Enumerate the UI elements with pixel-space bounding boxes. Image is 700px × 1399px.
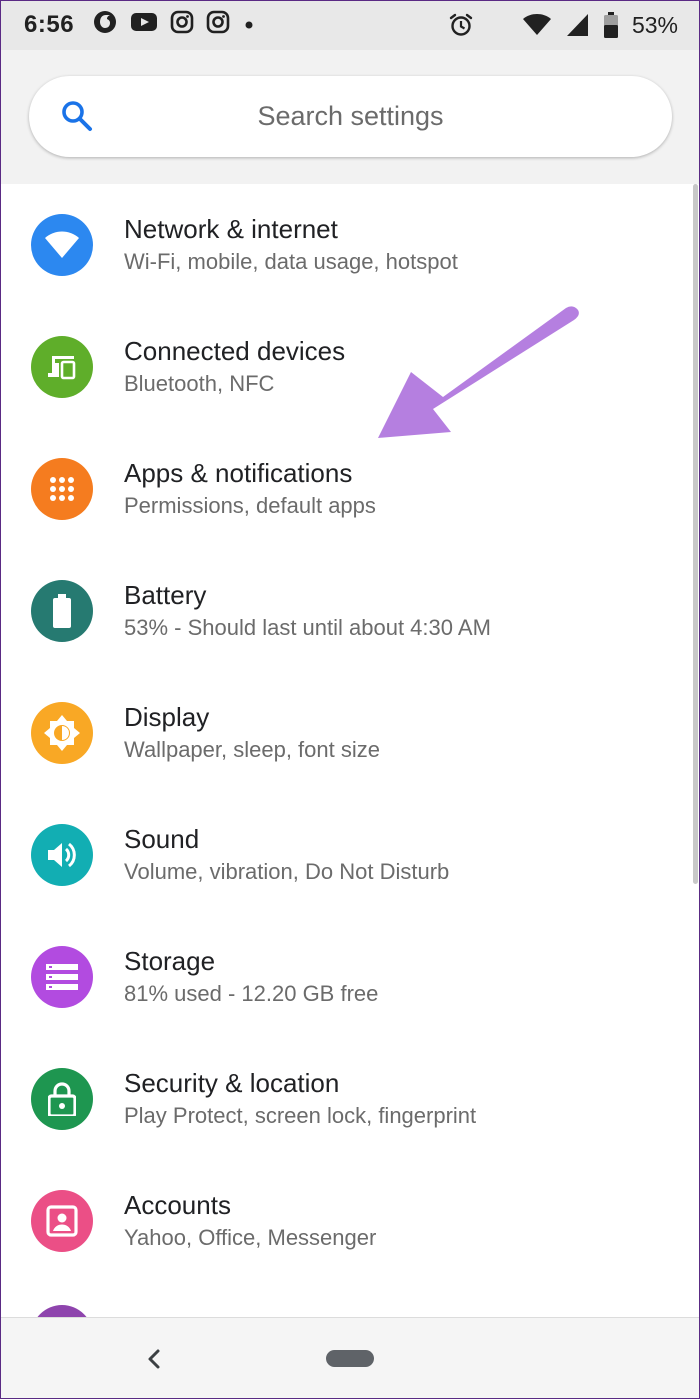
setting-apps-notifications[interactable]: Apps & notifications Permissions, defaul… <box>0 428 690 550</box>
setting-text: Battery 53% - Should last until about 4:… <box>124 579 491 643</box>
partial-setting-icon[interactable] <box>31 1305 93 1317</box>
setting-subtitle: 81% used - 12.20 GB free <box>124 981 379 1006</box>
youtube-icon <box>130 11 158 40</box>
setting-title: Network & internet <box>124 214 338 244</box>
back-icon[interactable] <box>140 1341 168 1377</box>
storage-icon <box>31 946 93 1008</box>
battery-percent: 53% <box>631 11 678 38</box>
setting-text: Network & internet Wi-Fi, mobile, data u… <box>124 213 458 277</box>
setting-text: Sound Volume, vibration, Do Not Disturb <box>124 823 449 887</box>
navigation-bar <box>0 1317 700 1399</box>
setting-network-internet[interactable]: Network & internet Wi-Fi, mobile, data u… <box>0 184 690 306</box>
lock-icon <box>31 1068 93 1130</box>
setting-display[interactable]: Display Wallpaper, sleep, font size <box>0 672 690 794</box>
setting-connected-devices[interactable]: Connected devices Bluetooth, NFC <box>0 306 690 428</box>
setting-text: Display Wallpaper, sleep, font size <box>124 701 380 765</box>
alarm-icon <box>448 12 474 38</box>
search-icon[interactable] <box>59 98 95 134</box>
status-left: 6:56 <box>24 9 256 42</box>
setting-subtitle: Wallpaper, sleep, font size <box>124 737 380 762</box>
vodafone-icon <box>92 9 118 42</box>
setting-subtitle: 53% - Should last until about 4:30 AM <box>124 615 491 640</box>
setting-subtitle: Volume, vibration, Do Not Disturb <box>124 859 450 884</box>
apps-grid-icon <box>31 458 93 520</box>
signal-icon <box>566 13 590 37</box>
battery-icon <box>31 580 93 642</box>
setting-text: Storage 81% used - 12.20 GB free <box>124 945 378 1009</box>
setting-text: Security & location Play Protect, screen… <box>124 1067 476 1131</box>
setting-text: Connected devices Bluetooth, NFC <box>124 335 345 399</box>
setting-title: Battery <box>124 580 207 610</box>
setting-subtitle: Permissions, default apps <box>124 493 376 518</box>
setting-battery[interactable]: Battery 53% - Should last until about 4:… <box>0 550 690 672</box>
search-area <box>0 50 700 184</box>
status-time: 6:56 <box>24 11 75 38</box>
setting-subtitle: Yahoo, Office, Messenger <box>124 1225 377 1250</box>
instagram-icon <box>206 10 230 41</box>
setting-sound[interactable]: Sound Volume, vibration, Do Not Disturb <box>0 794 690 916</box>
wifi-icon <box>31 214 93 276</box>
setting-title: Display <box>124 702 210 732</box>
scrollbar[interactable] <box>693 184 698 884</box>
status-bar: 6:56 53% <box>0 0 700 50</box>
account-icon <box>31 1190 93 1252</box>
wifi-icon <box>522 13 552 37</box>
battery-icon <box>603 12 618 38</box>
setting-accounts[interactable]: Accounts Yahoo, Office, Messenger <box>0 1160 690 1282</box>
devices-icon <box>31 336 93 398</box>
home-pill-button[interactable] <box>326 1350 374 1367</box>
search-input[interactable] <box>29 76 672 157</box>
setting-title: Sound <box>124 824 200 854</box>
setting-subtitle: Wi-Fi, mobile, data usage, hotspot <box>124 249 458 274</box>
setting-title: Storage <box>124 946 216 976</box>
setting-title: Accounts <box>124 1190 231 1220</box>
volume-icon <box>31 824 93 886</box>
setting-subtitle: Bluetooth, NFC <box>124 371 275 396</box>
setting-title: Connected devices <box>124 336 346 366</box>
setting-subtitle: Play Protect, screen lock, fingerprint <box>124 1103 477 1128</box>
setting-text: Accounts Yahoo, Office, Messenger <box>124 1189 376 1253</box>
setting-title: Security & location <box>124 1068 340 1098</box>
setting-security-location[interactable]: Security & location Play Protect, screen… <box>0 1038 690 1160</box>
more-dot-icon <box>242 11 256 39</box>
status-right: 53% <box>448 12 678 39</box>
setting-text: Apps & notifications Permissions, defaul… <box>124 457 376 521</box>
setting-storage[interactable]: Storage 81% used - 12.20 GB free <box>0 916 690 1038</box>
instagram-icon <box>170 10 194 41</box>
setting-title: Apps & notifications <box>124 458 353 488</box>
search-bar[interactable] <box>29 76 672 157</box>
settings-list: Network & internet Wi-Fi, mobile, data u… <box>0 184 700 1317</box>
brightness-icon <box>31 702 93 764</box>
